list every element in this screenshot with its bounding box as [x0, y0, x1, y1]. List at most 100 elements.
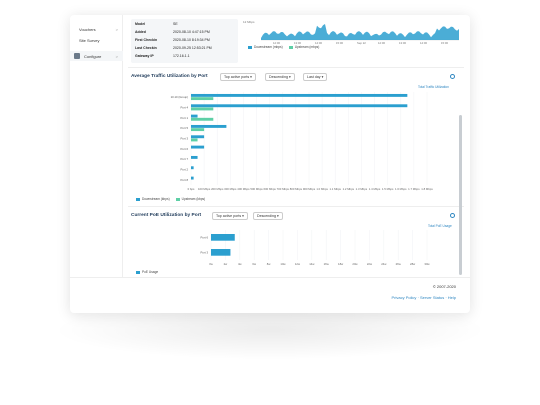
dashboard-card: Vouchers > Site Survey Configure > Model…: [70, 15, 470, 313]
x-tick-label: 24w: [381, 262, 387, 266]
info-key: Model: [135, 22, 146, 26]
info-key: First Checkin: [135, 38, 158, 42]
x-tick-label: 4w: [238, 262, 243, 266]
x-tick-label: 300 Mbps: [224, 187, 237, 191]
top-chart-x-tick: 12:00: [378, 41, 385, 45]
traffic-title: Average Traffic Utilization by Port: [131, 74, 208, 79]
legend-label: Upstream (kbps): [181, 197, 206, 201]
bar: [191, 107, 214, 111]
y-tick-label: Port 3: [201, 251, 209, 255]
y-tick-label: Port 8: [181, 178, 189, 182]
info-key: Gateway IP: [135, 54, 154, 58]
refresh-icon[interactable]: [450, 74, 455, 79]
top-chart-x-tick: 14:00: [420, 41, 427, 45]
x-tick-label: 18w: [338, 262, 344, 266]
top-chart-x-tick: 15:00: [336, 41, 343, 45]
x-tick-label: 800 Mbps: [290, 187, 303, 191]
dropdown-value: Descending: [269, 75, 288, 79]
bar: [191, 176, 194, 180]
info-row: First Checkin 2020-08-10 8:19:34 PM: [135, 38, 210, 42]
poe-legend: PoE Usage: [136, 270, 158, 274]
y-tick-label: Port 4: [181, 106, 189, 110]
total-traffic-link[interactable]: Total Traffic Utilization: [418, 85, 449, 89]
sidebar: Vouchers > Site Survey Configure >: [70, 15, 123, 277]
x-tick-label: 1.0 Mbps: [316, 187, 328, 191]
info-value: 2020-08-10 8:19:34 PM: [173, 38, 210, 42]
bar: [191, 114, 198, 118]
x-tick-label: 22w: [367, 262, 373, 266]
y-tick-label: Port 3: [181, 137, 189, 141]
sidebar-item-label: Configure: [84, 54, 101, 59]
footer-divider: [70, 277, 470, 278]
x-tick-label: 1.8 Mbps: [421, 187, 433, 191]
section-divider: [128, 67, 464, 68]
bar: [191, 117, 214, 121]
info-value: 2020-08-10 4:47:15 PM: [173, 30, 210, 34]
bar: [191, 128, 205, 132]
bar: [191, 124, 227, 128]
y-tick-label: Port 6: [201, 236, 209, 240]
bar: [191, 166, 194, 170]
info-row: Model SE: [135, 22, 178, 26]
x-tick-label: 20w: [352, 262, 358, 266]
sidebar-item-configure-label: Configure: [84, 54, 102, 59]
dropdown-value: Last day: [307, 75, 321, 79]
x-tick-label: 2w: [224, 262, 229, 266]
order-dropdown[interactable]: Descending ▾: [265, 73, 295, 81]
x-tick-label: 6w: [252, 262, 257, 266]
bar: [191, 145, 205, 149]
bar: [191, 93, 408, 97]
legend-label: PoE Usage: [142, 270, 159, 274]
info-key: Last Checkin: [135, 46, 157, 50]
downstream-area: [261, 23, 459, 40]
x-tick-label: 16w: [324, 262, 330, 266]
x-tick-label: 0 bps: [188, 187, 195, 191]
info-value: 172.16.1.1: [173, 54, 190, 58]
range-dropdown[interactable]: Last day ▾: [303, 73, 328, 81]
y-tick-label: Port 6: [181, 147, 189, 151]
sidebar-item-vouchers[interactable]: Vouchers: [79, 27, 96, 32]
x-tick-label: 600 Mbps: [264, 187, 277, 191]
legend-label: Downstream (mbps): [254, 45, 283, 49]
device-info-panel: Model SE Added 2020-08-10 4:47:15 PM First…: [131, 19, 238, 63]
legend-item: Upstream (kbps): [175, 197, 206, 201]
x-tick-label: 400 Mbps: [237, 187, 250, 191]
x-tick-label: 500 Mbps: [250, 187, 263, 191]
scrollbar[interactable]: [459, 115, 462, 275]
poe-bar-chart: 0w 2w 4w 6w 8w 10w 12w 14w 16w 18w 20w 22w 24w 26w 28w…: [201, 230, 431, 266]
chevron-right-icon: >: [115, 27, 118, 32]
x-tick-label: 1.6 Mbps: [395, 187, 407, 191]
traffic-bar-chart: 0 bps 100 Mbps 200 Mbps 300 Mbps 400 Mbps 500…: [171, 92, 433, 191]
footer-links[interactable]: Privacy Policy · Server Status · Help: [392, 295, 456, 300]
poe-ports-dropdown[interactable]: Top active ports ▾: [212, 212, 248, 220]
poe-title: Current PoE Utilization by Port: [131, 213, 202, 218]
top-chart-x-tick: 15:00: [441, 41, 448, 45]
dropdown-value: Top active ports: [224, 75, 250, 79]
legend-label: Upstream (mbps): [294, 45, 320, 49]
x-tick-label: 1.3 Mbps: [356, 187, 368, 191]
poe-order-dropdown[interactable]: Descending ▾: [253, 212, 283, 220]
bar: [191, 138, 198, 142]
info-key: Added: [135, 30, 146, 34]
x-tick-label: 900 Mbps: [303, 187, 316, 191]
sidebar-item-site-survey[interactable]: Site Survey: [79, 38, 99, 43]
y-tick-label: Port 2: [181, 168, 189, 172]
info-row: Added 2020-08-10 4:47:15 PM: [135, 30, 210, 34]
legend-item: Downstream (kbps): [136, 197, 170, 201]
x-tick-label: 8w: [267, 262, 272, 266]
x-tick-label: 1.5 Mbps: [382, 187, 394, 191]
x-tick-label: 1.1 Mbps: [329, 187, 341, 191]
bar: [191, 97, 214, 101]
ports-filter-dropdown[interactable]: Top active ports ▾: [220, 73, 256, 81]
info-row: Gateway IP 172.16.1.1: [135, 54, 190, 58]
top-chart-y-label: 12 Mbps: [243, 20, 255, 24]
main-content: Model SE Added 2020-08-10 4:47:15 PM First…: [128, 15, 464, 277]
x-tick-label: 26w: [396, 262, 402, 266]
x-tick-label: 1.4 Mbps: [369, 187, 381, 191]
chevron-right-icon: >: [115, 54, 118, 59]
refresh-icon[interactable]: [450, 213, 455, 218]
copyright-text: © 2007-2020: [432, 284, 456, 289]
bar: [191, 135, 205, 139]
top-chart-x-tick: Sep 22: [357, 41, 366, 45]
legend-item: PoE Usage: [136, 270, 158, 274]
